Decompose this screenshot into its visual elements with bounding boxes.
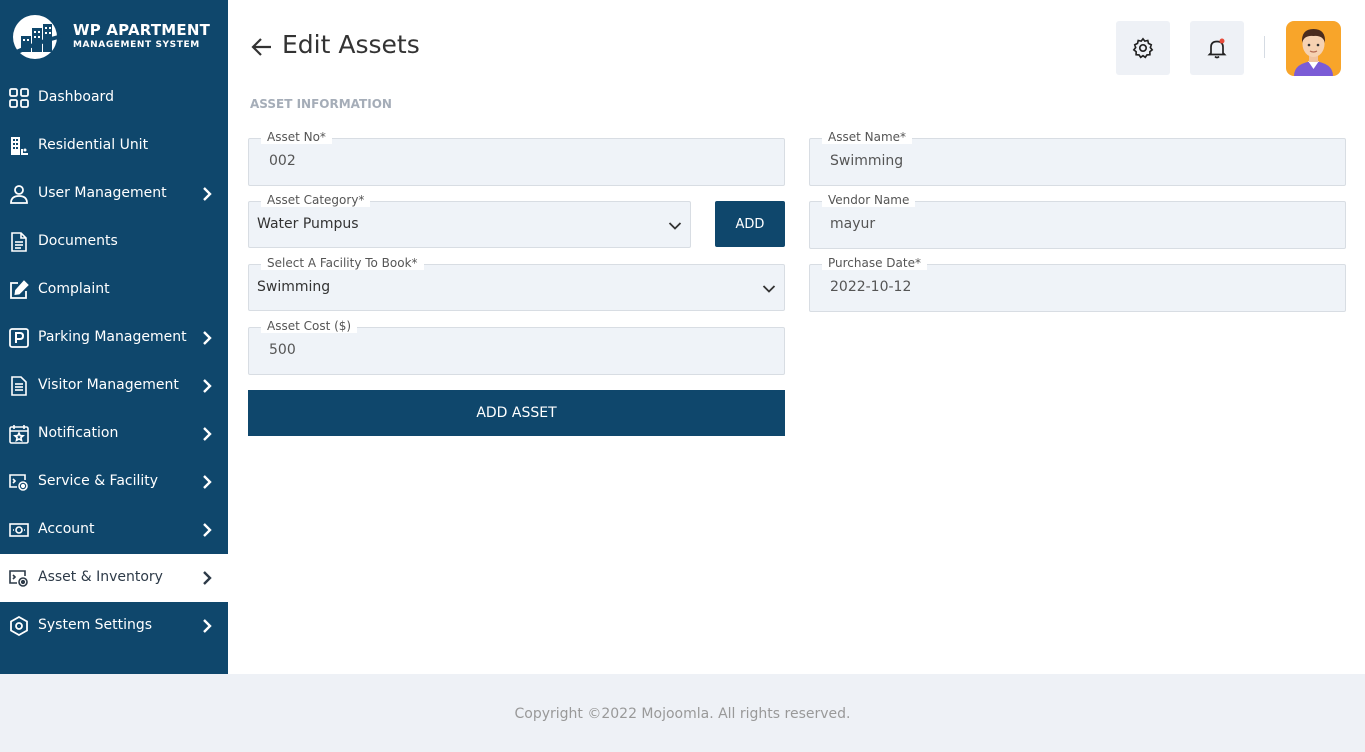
sidebar-item-label: Asset & Inventory <box>38 569 163 585</box>
purchase-date-label: Purchase Date* <box>822 256 927 270</box>
building-icon <box>8 135 30 157</box>
asset-no-label: Asset No* <box>261 130 332 144</box>
chevron-right-icon <box>203 187 212 201</box>
purchase-date-field[interactable]: Purchase Date* 2022-10-12 <box>809 256 1346 312</box>
avatar[interactable] <box>1286 21 1341 76</box>
sidebar-item-label: User Management <box>38 185 167 201</box>
user-icon <box>8 183 30 205</box>
sidebar-item-account[interactable]: Account <box>0 506 228 554</box>
asset-cost-value: 500 <box>269 342 296 358</box>
sidebar-item-parking-management[interactable]: Parking Management <box>0 314 228 362</box>
asset-no-value: 002 <box>269 153 296 169</box>
page-title: Edit Assets <box>282 30 420 59</box>
sidebar-item-label: Parking Management <box>38 329 187 345</box>
purchase-date-value: 2022-10-12 <box>830 279 912 295</box>
asset-cost-label: Asset Cost ($) <box>261 319 358 333</box>
money-icon <box>8 519 30 541</box>
sidebar-item-label: Documents <box>38 233 118 249</box>
sidebar-item-label: Residential Unit <box>38 137 149 153</box>
logo-title: WP APARTMENT <box>73 21 211 39</box>
settings-button[interactable] <box>1116 21 1170 75</box>
copyright-label: Copyright ©2022 Mojoomla. All rights res… <box>514 706 851 722</box>
chevron-right-icon <box>203 331 212 345</box>
chevron-right-icon <box>203 427 212 441</box>
chevron-right-icon <box>203 619 212 633</box>
footer: Copyright ©2022 Mojoomla. All rights res… <box>0 674 1365 752</box>
chevron-right-icon <box>203 475 212 489</box>
parking-icon <box>8 327 30 349</box>
gear-icon <box>1132 37 1154 59</box>
section-title: ASSET INFORMATION <box>250 97 392 111</box>
settings-hex-icon <box>8 615 30 637</box>
facility-label: Select A Facility To Book* <box>261 256 424 270</box>
chevron-down-icon <box>762 285 776 293</box>
sidebar: WP APARTMENT MANAGEMENT SYSTEM Dashboard… <box>0 0 228 674</box>
vendor-name-value: mayur <box>830 216 876 232</box>
facility-value: Swimming <box>257 279 331 295</box>
asset-category-label: Asset Category* <box>261 193 371 207</box>
user-avatar-icon <box>1294 29 1333 76</box>
sidebar-item-label: Service & Facility <box>38 473 159 489</box>
vendor-name-field[interactable]: Vendor Name mayur <box>809 193 1346 249</box>
asset-name-value: Swimming <box>830 153 904 169</box>
back-arrow-icon[interactable] <box>250 36 274 58</box>
service-icon <box>8 471 30 493</box>
calendar-star-icon <box>8 423 30 445</box>
sidebar-item-dashboard[interactable]: Dashboard <box>0 74 228 122</box>
app-logo[interactable]: WP APARTMENT MANAGEMENT SYSTEM <box>12 14 222 62</box>
asset-category-value: Water Pumpus <box>257 216 359 232</box>
asset-category-select[interactable]: Asset Category* Water Pumpus <box>248 193 691 248</box>
sidebar-item-asset-inventory[interactable]: Asset & Inventory <box>0 554 228 602</box>
copyright-text: Copyright ©2022 Mojoomla. All rights res… <box>0 706 1365 722</box>
sidebar-item-label: System Settings <box>38 617 153 633</box>
header-divider <box>1264 36 1265 58</box>
sidebar-item-label: Complaint <box>38 281 110 297</box>
sidebar-item-label: Dashboard <box>38 89 114 105</box>
sidebar-item-user-management[interactable]: User Management <box>0 170 228 218</box>
logo-subtitle: MANAGEMENT SYSTEM <box>73 40 200 50</box>
sidebar-item-visitor-management[interactable]: Visitor Management <box>0 362 228 410</box>
logo-emblem-icon <box>13 15 62 59</box>
chevron-right-icon <box>203 379 212 393</box>
sidebar-nav: Dashboard Residential Unit User Manageme… <box>0 74 228 650</box>
notification-button[interactable] <box>1190 21 1244 75</box>
facility-select[interactable]: Select A Facility To Book* Swimming <box>248 256 785 311</box>
asset-cost-field[interactable]: Asset Cost ($) 500 <box>248 319 785 375</box>
asset-name-label: Asset Name* <box>822 130 913 144</box>
sidebar-item-label: Notification <box>38 425 119 441</box>
document-icon <box>8 231 30 253</box>
sidebar-item-notification[interactable]: Notification <box>0 410 228 458</box>
sidebar-item-label: Visitor Management <box>38 377 179 393</box>
grid-icon <box>8 87 30 109</box>
chevron-down-icon <box>668 222 682 230</box>
add-asset-button[interactable]: ADD ASSET <box>248 390 785 436</box>
sidebar-item-service-facility[interactable]: Service & Facility <box>0 458 228 506</box>
inventory-icon <box>8 567 30 589</box>
sidebar-item-label: Account <box>38 521 95 537</box>
sidebar-item-system-settings[interactable]: System Settings <box>0 602 228 650</box>
asset-no-field[interactable]: Asset No* 002 <box>248 130 785 186</box>
sidebar-item-complaint[interactable]: Complaint <box>0 266 228 314</box>
asset-name-field[interactable]: Asset Name* Swimming <box>809 130 1346 186</box>
add-category-button[interactable]: ADD <box>715 201 785 247</box>
edit-icon <box>8 279 30 301</box>
bell-icon <box>1207 38 1227 59</box>
vendor-name-label: Vendor Name <box>822 193 916 207</box>
clipboard-icon <box>8 375 30 397</box>
sidebar-item-documents[interactable]: Documents <box>0 218 228 266</box>
chevron-right-icon <box>203 571 212 585</box>
sidebar-item-residential-unit[interactable]: Residential Unit <box>0 122 228 170</box>
chevron-right-icon <box>203 523 212 537</box>
